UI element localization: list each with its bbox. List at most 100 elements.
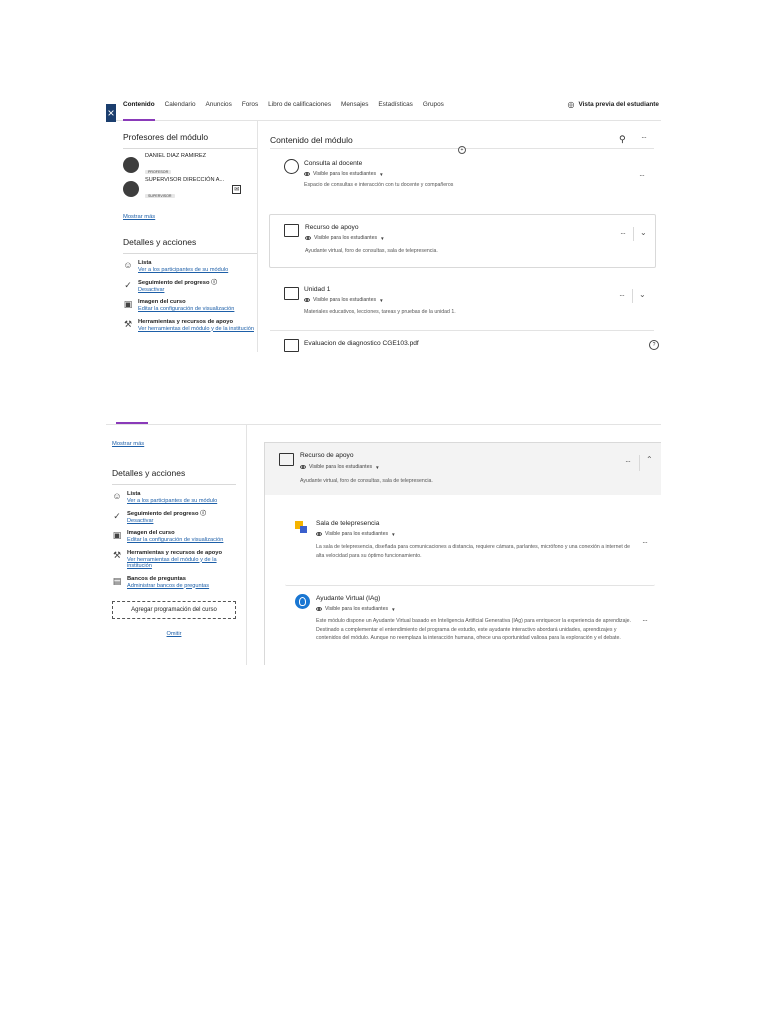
visibility-dropdown[interactable]: Visible para los estudiantes ▼ (305, 235, 385, 241)
tab-calendario[interactable]: Calendario (165, 101, 196, 108)
action-course-image: ▣ Imagen del curso Editar la configuraci… (123, 299, 258, 313)
visibility-dropdown[interactable]: Visible para los estudiantes ▼ (316, 606, 396, 612)
divider (633, 227, 634, 241)
student-preview-button[interactable]: ◎ Vista previa del estudiante (568, 100, 660, 109)
content-more-icon[interactable]: ··· (641, 133, 647, 142)
item-more-icon[interactable]: ··· (619, 291, 625, 300)
tools-link[interactable]: Ver herramientas del módulo y de la inst… (127, 557, 236, 570)
chevron-up-icon[interactable]: ⌃ (646, 455, 653, 464)
action-title: Lista (127, 491, 141, 497)
add-schedule-button[interactable]: Agregar programación del curso (112, 601, 236, 619)
roster-link[interactable]: Ver a los participantes de su módulo (127, 498, 217, 505)
close-icon[interactable]: × (106, 104, 116, 122)
item-title[interactable]: Evaluacion de diagnostico CGE103.pdf (304, 340, 419, 347)
screenshot-expanded-resource: Mostrar más Detalles y acciones ☺ Lista … (106, 420, 661, 665)
omit-link[interactable]: Omitir (167, 631, 182, 637)
roster-link[interactable]: Ver a los participantes de su módulo (138, 267, 228, 274)
chevron-down-icon[interactable]: ⌄ (639, 290, 646, 299)
left-panel: Mostrar más Detalles y acciones ☺ Lista … (112, 432, 236, 640)
info-icon[interactable]: ⓘ (200, 511, 206, 517)
deactivate-link[interactable]: Desactivar (138, 287, 217, 294)
tab-grupos[interactable]: Grupos (423, 101, 444, 108)
teacher-row[interactable]: SUPERVISOR DIRECCIÓN A... SUPERVISOR ✉ (123, 177, 258, 201)
tab-estadisticas[interactable]: Estadísticas (378, 101, 412, 108)
edit-display-link[interactable]: Editar la configuración de visualización (127, 537, 223, 544)
role-badge: PROFESOR (145, 169, 172, 174)
pdf-file-icon (284, 339, 299, 352)
divider (270, 330, 654, 331)
item-more-icon[interactable]: ··· (625, 457, 631, 466)
image-icon: ▣ (123, 299, 133, 309)
item-title[interactable]: Ayudante Virtual (IAg) (316, 595, 380, 602)
item-more-icon[interactable]: ··· (642, 538, 648, 547)
item-more-icon[interactable]: ··· (642, 616, 648, 625)
item-description: Este módulo dispone un Ayudante Virtual … (316, 618, 632, 641)
item-title[interactable]: Consulta al docente (304, 160, 362, 167)
tools-link[interactable]: Ver herramientas del módulo y de la inst… (138, 326, 254, 333)
panel-divider (257, 120, 258, 352)
show-more-link[interactable]: Mostrar más (123, 214, 155, 220)
content-item[interactable]: Consulta al docente Visible para los est… (269, 154, 654, 204)
visibility-dropdown[interactable]: Visible para los estudiantes ▼ (300, 464, 380, 470)
show-more-link[interactable]: Mostrar más (112, 441, 144, 447)
teacher-name: SUPERVISOR DIRECCIÓN A... (145, 176, 225, 183)
action-title: Lista (138, 260, 152, 266)
add-content-icon[interactable]: + (458, 146, 466, 154)
student-preview-icon: ◎ (567, 100, 575, 109)
eye-icon (304, 172, 310, 176)
eye-icon (300, 465, 306, 469)
people-icon: ☺ (123, 260, 133, 270)
item-description: Materiales educativos, lecciones, tareas… (304, 309, 456, 315)
deactivate-link[interactable]: Desactivar (127, 518, 206, 525)
item-description: La sala de telepresencia, diseñada para … (316, 544, 631, 559)
info-icon[interactable]: ⓘ (211, 280, 217, 286)
action-progress: ✓ Seguimiento del progreso ⓘ Desactivar (123, 280, 258, 294)
tab-mensajes[interactable]: Mensajes (341, 101, 368, 108)
caret-down-icon: ▼ (379, 297, 384, 303)
tab-libro-calificaciones[interactable]: Libro de calificaciones (268, 101, 331, 108)
action-question-banks: ▤ Bancos de preguntas Administrar bancos… (112, 576, 236, 590)
item-more-icon[interactable]: ··· (620, 229, 626, 238)
visibility-dropdown[interactable]: Visible para los estudiantes ▼ (304, 171, 384, 177)
action-title: Herramientas y recursos de apoyo (138, 318, 234, 325)
search-icon[interactable]: ⚲ (619, 134, 626, 145)
course-tabs: Contenido Calendario Anuncios Foros Libr… (123, 101, 444, 121)
divider (123, 253, 258, 254)
visibility-dropdown[interactable]: Visible para los estudiantes ▼ (316, 531, 396, 537)
item-description: Espacio de consultas e interacción con t… (304, 182, 454, 188)
check-circle-icon: ✓ (124, 279, 132, 290)
visibility-dropdown[interactable]: Visible para los estudiantes ▼ (304, 297, 384, 303)
content-item[interactable]: Evaluacion de diagnostico CGE103.pdf ? (269, 336, 659, 352)
content-item[interactable]: Recurso de apoyo Visible para los estudi… (269, 214, 656, 268)
folder-header[interactable]: Recurso de apoyo Visible para los estudi… (265, 443, 661, 495)
virtual-assistant-icon (295, 594, 310, 609)
tab-anuncios[interactable]: Anuncios (206, 101, 232, 108)
top-navigation: × Contenido Calendario Anuncios Foros Li… (106, 90, 661, 122)
teacher-row[interactable]: DANIEL DIAZ RAMIREZ PROFESOR (123, 153, 258, 177)
action-roster: ☺ Lista Ver a los participantes de su mó… (112, 491, 236, 505)
item-title[interactable]: Unidad 1 (304, 286, 330, 293)
item-more-icon[interactable]: ··· (639, 171, 645, 180)
edit-display-link[interactable]: Editar la configuración de visualización (138, 306, 234, 313)
tab-contenido[interactable]: Contenido (123, 101, 155, 121)
content-title: Contenido del módulo (270, 135, 353, 145)
content-item[interactable]: Unidad 1 Visible para los estudiantes ▼ M… (269, 280, 654, 328)
item-title[interactable]: Sala de telepresencia (316, 520, 379, 527)
divider (632, 289, 633, 303)
tab-foros[interactable]: Foros (242, 101, 258, 108)
image-icon: ▣ (112, 530, 122, 540)
action-title: Imagen del curso (138, 299, 186, 305)
avatar (123, 181, 139, 197)
item-title[interactable]: Recurso de apoyo (305, 224, 359, 231)
message-icon[interactable]: ✉ (232, 184, 242, 194)
question-banks-link[interactable]: Administrar bancos de preguntas (127, 583, 209, 590)
chevron-down-icon[interactable]: ⌄ (640, 228, 647, 237)
question-bank-icon: ▤ (112, 575, 122, 586)
content-item[interactable]: Sala de telepresencia Visible para los e… (285, 513, 655, 586)
help-icon[interactable]: ? (649, 340, 659, 350)
item-title[interactable]: Recurso de apoyo (300, 452, 354, 459)
content-item[interactable]: Ayudante Virtual (IAg) Visible para los … (285, 588, 655, 665)
eye-icon (316, 532, 322, 536)
action-title: Seguimiento del progreso ⓘ (127, 510, 206, 517)
action-title: Seguimiento del progreso ⓘ (138, 279, 217, 286)
